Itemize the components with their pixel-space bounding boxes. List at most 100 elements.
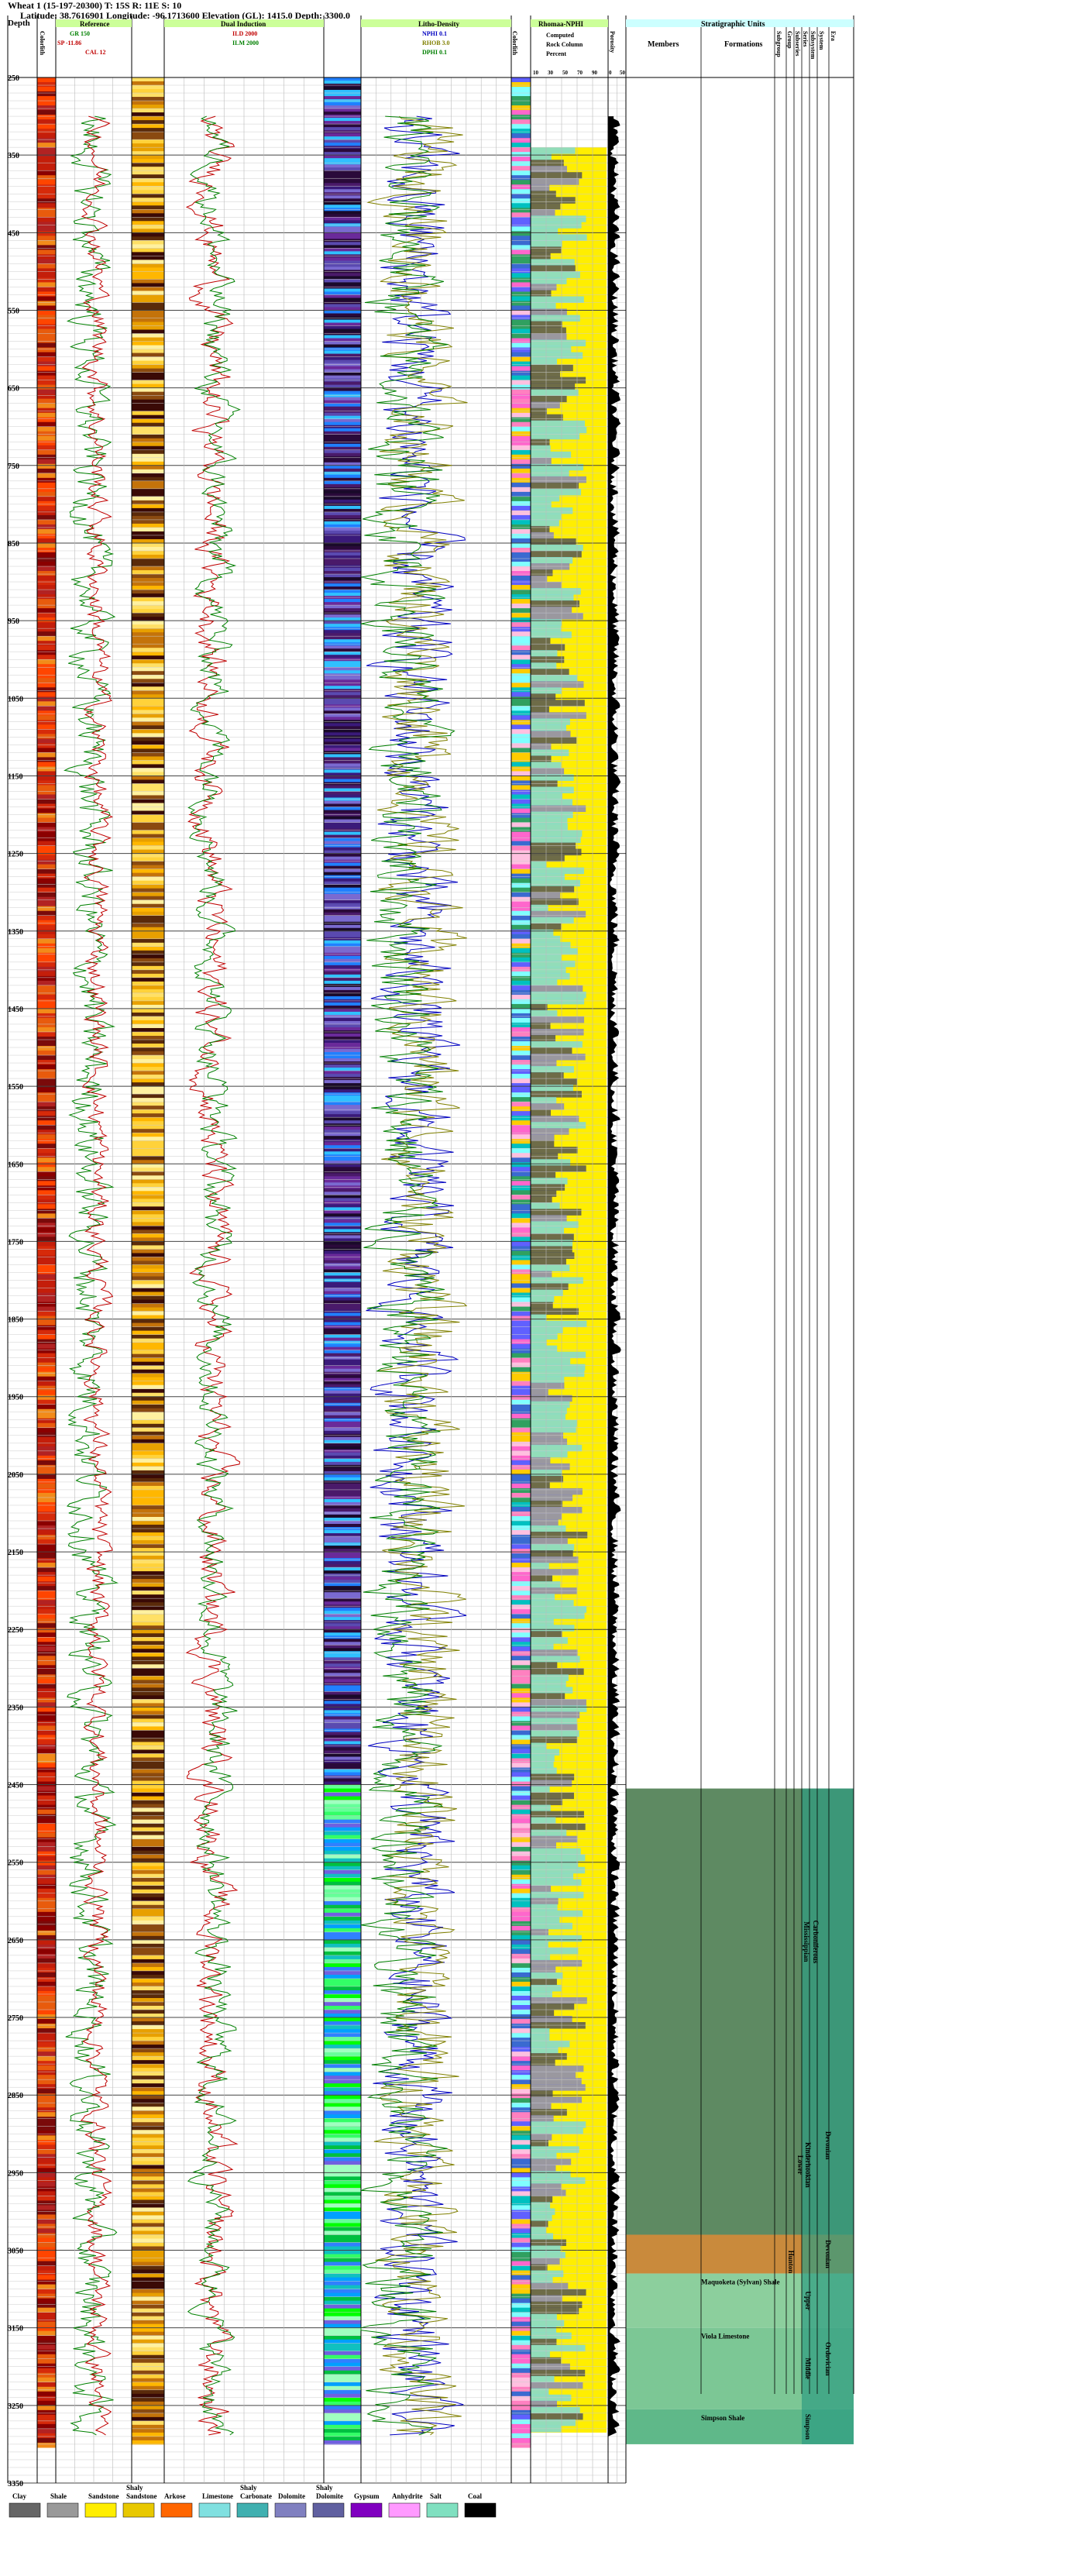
colorlith-2-band-band bbox=[511, 2442, 531, 2448]
lith-purple-band-band bbox=[324, 955, 361, 960]
colorlith-band-band bbox=[37, 1492, 56, 1498]
colorlith-band-band bbox=[37, 943, 56, 949]
colorlith-2-band-band bbox=[511, 77, 531, 83]
texture-band-band bbox=[132, 2110, 164, 2115]
texture-band-band bbox=[132, 2172, 164, 2177]
colorlith-band-band bbox=[37, 808, 56, 814]
lith-purple-band-band bbox=[324, 906, 361, 910]
colorlith-band-band bbox=[37, 2312, 56, 2318]
rock-cell bbox=[531, 1786, 550, 1794]
rock-cell bbox=[531, 2158, 572, 2165]
rock-cell bbox=[531, 1767, 557, 1775]
colorlith-band-band bbox=[37, 2289, 56, 2295]
colorlith-band-band bbox=[37, 1855, 56, 1862]
lith-purple-band-band bbox=[324, 797, 361, 802]
colorlith-2-band-band bbox=[511, 1288, 531, 1294]
lith-purple-band-band bbox=[324, 1539, 361, 1543]
lith-purple-band-band bbox=[324, 1772, 361, 1776]
colorlith-band-band bbox=[37, 1953, 56, 1959]
colorlith-band-band bbox=[37, 1144, 56, 1149]
colorlith-2-band-band bbox=[511, 1786, 531, 1792]
colorlith-band-band bbox=[37, 129, 56, 134]
lith-purple-band-band bbox=[324, 456, 361, 460]
colorlith-band-band bbox=[37, 389, 56, 395]
lith-purple-band-band bbox=[324, 577, 361, 581]
colorlith-2-band-band bbox=[511, 147, 531, 153]
colorlith-2-band-band bbox=[511, 1842, 531, 1848]
colorlith-2-band-band bbox=[511, 1353, 531, 1359]
rock-cell bbox=[531, 1736, 578, 1743]
lith-green-cell bbox=[324, 1823, 361, 1828]
texture-band-band bbox=[132, 1272, 164, 1278]
colorlith-band-band bbox=[37, 203, 56, 208]
colorlith-2-band-band bbox=[511, 226, 531, 232]
lith-purple-band-band bbox=[324, 614, 361, 618]
lith-purple-band-band bbox=[324, 344, 361, 349]
colorlith-band-band bbox=[37, 957, 56, 963]
colorlith-band-band bbox=[37, 1646, 56, 1652]
texture-band-band bbox=[132, 1544, 164, 1549]
lith-purple-band-band bbox=[324, 751, 361, 755]
colorlith-band-band bbox=[37, 417, 56, 423]
rock-cell bbox=[531, 1357, 571, 1365]
colorlith-2-band-band bbox=[511, 1441, 531, 1447]
colorlith-2-band-band bbox=[511, 2326, 531, 2332]
colorlith-band-band bbox=[37, 1413, 56, 1419]
lith-purple-band-band bbox=[324, 1226, 361, 1230]
texture-band-band bbox=[132, 923, 164, 928]
lith-green-cell bbox=[324, 1908, 361, 1914]
colorlith-2-band-band bbox=[511, 328, 531, 335]
lith-purple-band-band bbox=[324, 1337, 361, 1342]
rock-cell bbox=[531, 2028, 550, 2035]
rock-cell bbox=[531, 240, 562, 247]
texture-band-band bbox=[132, 1776, 164, 1782]
colorlith-band-band bbox=[37, 1995, 56, 2001]
colorlith-2-band-band bbox=[511, 1311, 531, 1317]
colorlith-2-band-band bbox=[511, 2149, 531, 2155]
colorlith-2-band-band bbox=[511, 1162, 531, 1168]
rock-cell bbox=[531, 1996, 587, 2004]
colorlith-band-band bbox=[37, 259, 56, 264]
colorlith-band-band bbox=[37, 794, 56, 800]
colorlith-band-band bbox=[37, 1772, 56, 1778]
texture-band-band bbox=[132, 729, 164, 734]
colorlith-band-band bbox=[37, 1008, 56, 1014]
lith-purple-band-band bbox=[324, 155, 361, 159]
colorlith-band-band bbox=[37, 496, 56, 502]
colorlith-2-band-band bbox=[511, 887, 531, 893]
colorlith-2-band-band bbox=[511, 1921, 531, 1927]
texture-band-band bbox=[132, 1435, 164, 1440]
colorlith-band-band bbox=[37, 352, 56, 358]
texture-band-band bbox=[132, 2397, 164, 2402]
texture-band-band bbox=[132, 1800, 164, 1805]
colorlith-2-band-band bbox=[511, 1474, 531, 1480]
lith-purple-band-band bbox=[324, 468, 361, 473]
rock-cell bbox=[531, 1910, 583, 1917]
rock-cell bbox=[531, 1487, 583, 1495]
colorlith-2-band-band bbox=[511, 1804, 531, 1811]
texture-band-band bbox=[132, 1598, 164, 1603]
lith-purple-band-band bbox=[324, 1399, 361, 1404]
colorlith-band-band bbox=[37, 1721, 56, 1727]
colorlith-band-band bbox=[37, 1036, 56, 1042]
texture-band-band bbox=[132, 574, 164, 579]
colorlith-band-band bbox=[37, 1651, 56, 1656]
colorlith-band-band bbox=[37, 408, 56, 414]
legend-label: Sandstone bbox=[88, 2492, 119, 2500]
colorlith-2-band-band bbox=[511, 2284, 531, 2290]
colorlith-2-band-band bbox=[511, 1930, 531, 1936]
colorlith-2-band-band bbox=[511, 1008, 531, 1014]
rock-cell bbox=[531, 2010, 555, 2017]
colorlith-2-band-band bbox=[511, 324, 531, 330]
colorlith-band-band bbox=[37, 1539, 56, 1545]
lith-purple-band-band bbox=[324, 1430, 361, 1435]
lith-purple-band-band bbox=[324, 1546, 361, 1549]
colorlith-band-band bbox=[37, 789, 56, 796]
rock-cell bbox=[531, 1085, 574, 1092]
texture-band-band bbox=[132, 1233, 164, 1239]
texture-band-band bbox=[132, 1521, 164, 1525]
colorlith-2-band-band bbox=[511, 1739, 531, 1745]
lith-purple-band-band bbox=[324, 1598, 361, 1602]
colorlith-band-band bbox=[37, 1283, 56, 1289]
colorlith-2-band-band bbox=[511, 2028, 531, 2034]
